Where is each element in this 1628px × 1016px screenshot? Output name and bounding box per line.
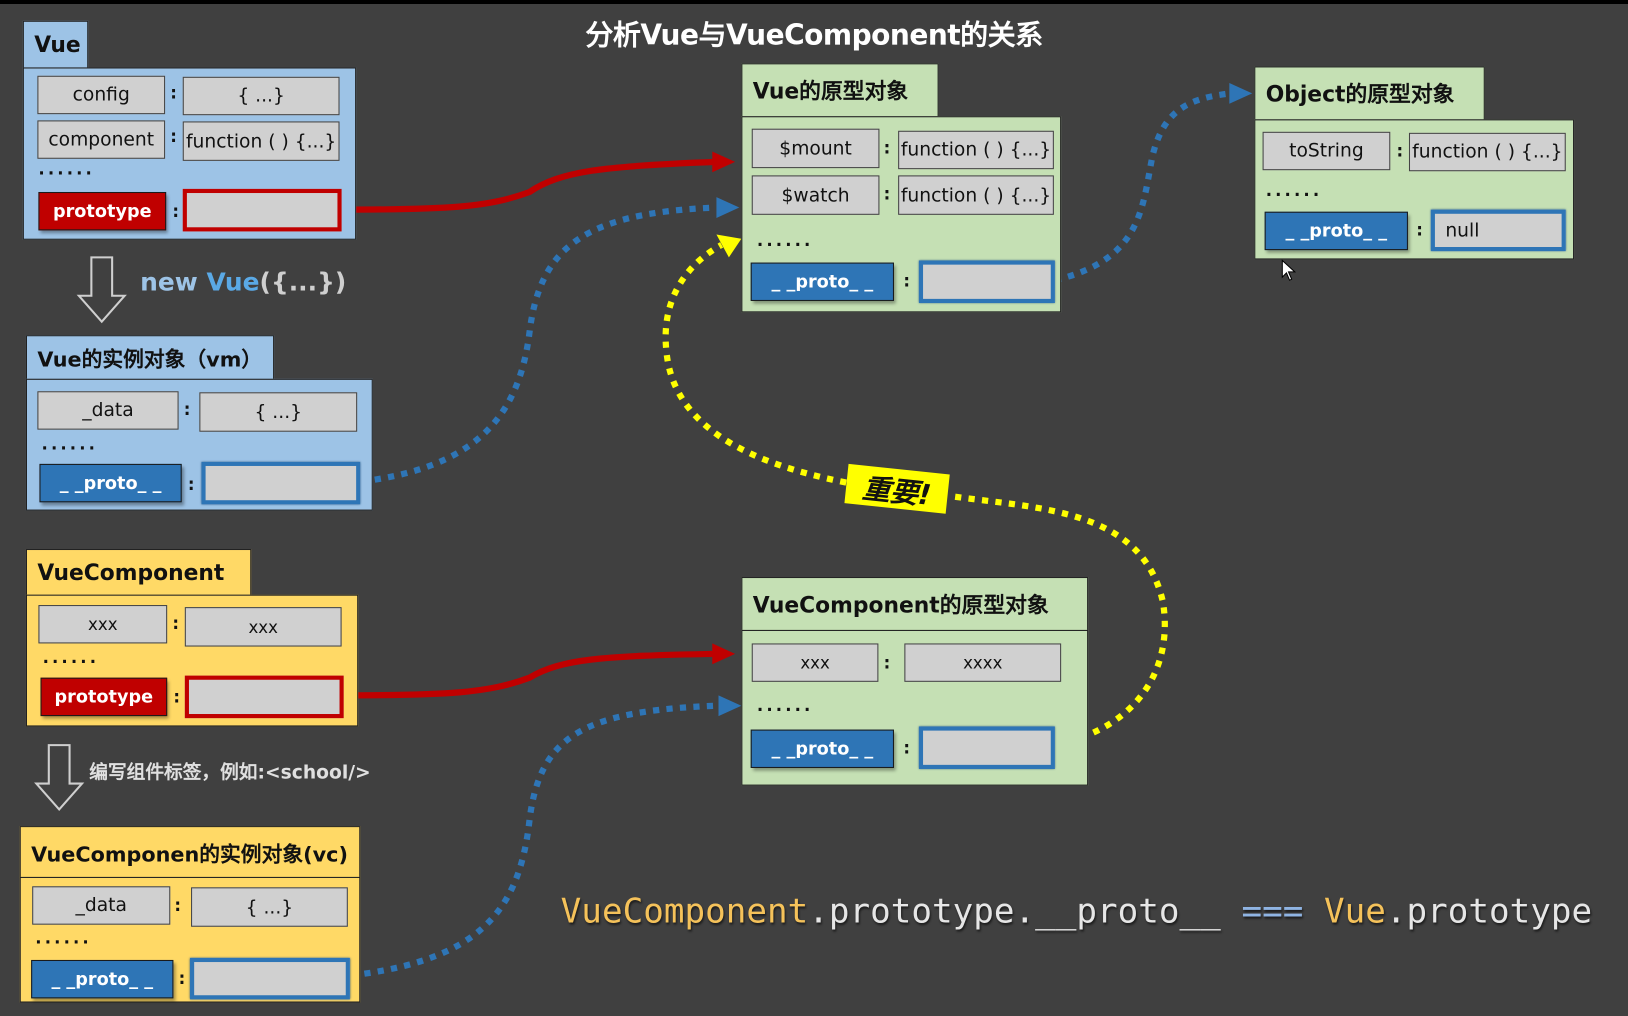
vue-prototype-key-watch: $watch <box>751 175 880 215</box>
colon: : <box>903 737 910 758</box>
object-prototype-box-header: Object的原型对象 <box>1254 66 1485 121</box>
object-prototype-proto-value: null <box>1430 209 1566 252</box>
vuecomponent-prototype-value <box>184 675 344 719</box>
vm-box: _data : { ...} ...... _ _proto_ _ : <box>25 378 373 511</box>
vc-key-data: _data <box>32 886 171 925</box>
vc-prototype-box-header: VueComponent的原型对象 <box>741 577 1089 631</box>
ellipsis: ...... <box>42 647 100 668</box>
vc-prototype-key-xxx: xxx <box>751 643 879 682</box>
vue-prototype-proto-link <box>1054 90 1231 284</box>
colon: : <box>883 138 891 158</box>
vue-box-header: Vue <box>22 20 89 69</box>
write-tag-label: 编写组件标签，例如:<school/> <box>89 761 371 784</box>
ellipsis: ...... <box>38 158 95 179</box>
vc-prototype-box: xxx : xxxx ...... _ _proto_ _ : <box>741 629 1089 786</box>
vc-prototype-proto-value <box>918 726 1055 770</box>
colon: : <box>187 474 195 494</box>
vc-proto-link <box>350 702 717 979</box>
vue-prototype-value-mount: function ( ) {...} <box>898 130 1054 170</box>
vue-prototype-proto-value <box>918 260 1055 304</box>
vue-prototype-proto-key: _ _proto_ _ <box>750 262 894 301</box>
colon: : <box>172 201 180 222</box>
formula-prototype-proto: .prototype.__proto__ <box>808 890 1242 931</box>
vue-args: ({...}) <box>259 267 347 297</box>
vc-box-header: VueComponen的实例对象(vc) <box>19 826 361 878</box>
vue-value-config: { ...} <box>182 76 340 116</box>
colon: : <box>1416 220 1423 240</box>
page-title: 分析Vue与VueComponent的关系 <box>585 19 1043 52</box>
vue-key-config: config <box>37 75 166 115</box>
formula-vue: Vue <box>1303 890 1386 931</box>
vc-value-data: { ...} <box>191 887 348 927</box>
colon: : <box>903 270 910 291</box>
vue-prototype-key-mount: $mount <box>751 128 880 169</box>
vue-prototype-link <box>340 158 717 213</box>
vm-proto-arrowhead <box>716 197 740 218</box>
vuecomponent-prototype-key: prototype <box>40 677 168 717</box>
colon: : <box>883 652 891 673</box>
vue-prototype-value-watch: function ( ) {...} <box>898 175 1054 215</box>
vue-prototype-key: prototype <box>38 191 167 231</box>
vuecomponent-box-header: VueComponent <box>25 548 252 596</box>
colon: : <box>1396 141 1404 161</box>
ellipsis: ...... <box>41 433 99 454</box>
object-prototype-proto-key: _ _proto_ _ <box>1264 211 1408 251</box>
mouse-cursor-icon <box>1281 259 1297 281</box>
vue-key-component: component <box>37 120 166 159</box>
object-prototype-value-tostring: function ( ) {...} <box>1408 132 1566 172</box>
vue-prototype-box-header: Vue的原型对象 <box>741 63 939 118</box>
vc-prototype-proto-key: _ _proto_ _ <box>750 729 894 768</box>
formula-vuecomponent: VueComponent <box>560 890 809 931</box>
colon: : <box>170 126 177 147</box>
vm-proto-value <box>201 461 361 505</box>
down-arrow-icon <box>76 256 127 324</box>
down-arrow-icon <box>34 744 85 812</box>
vc-box: _data : { ...} ...... _ _proto_ _ : <box>19 876 361 1003</box>
vue-prototype-arrowhead <box>712 151 736 173</box>
colon: : <box>173 687 181 707</box>
colon: : <box>172 613 180 634</box>
vm-value-data: { ...} <box>199 392 358 432</box>
vue-value-component: function ( ) {...} <box>182 121 340 161</box>
vue-prototype-proto-arrowhead <box>1229 83 1253 104</box>
new-keyword: new <box>140 267 207 297</box>
colon: : <box>170 83 177 103</box>
vm-proto-key: _ _proto_ _ <box>39 463 182 503</box>
object-prototype-box: toString : function ( ) {...} ...... _ _… <box>1254 119 1575 260</box>
vm-box-header: Vue的实例对象（vm） <box>25 335 275 380</box>
vue-prototype-value <box>182 188 342 232</box>
vc-proto-arrowhead <box>718 695 742 717</box>
colon: : <box>883 183 891 204</box>
ellipsis: ...... <box>35 927 92 948</box>
vc-proto-key: _ _proto_ _ <box>31 959 174 999</box>
ellipsis: ...... <box>756 695 814 716</box>
vue-prototype-box: $mount : function ( ) {...} $watch : fun… <box>741 116 1062 313</box>
diagram-canvas: 分析Vue与VueComponent的关系 Vue config : { ...… <box>0 0 1628 1016</box>
vm-key-data: _data <box>37 391 179 430</box>
colon: : <box>174 895 182 916</box>
vue-name: Vue <box>206 267 260 297</box>
ellipsis: ...... <box>1265 180 1323 201</box>
colon: : <box>183 399 191 420</box>
vue-box: config : { ...} component : function ( )… <box>22 67 357 240</box>
vuecomponent-prototype-arrowhead <box>712 643 736 665</box>
vuecomponent-value-xxx: xxx <box>184 607 342 647</box>
ellipsis: ...... <box>756 230 814 251</box>
formula: VueComponent.prototype.__proto__ === Vue… <box>561 890 1592 930</box>
vuecomponent-prototype-link <box>340 650 717 699</box>
formula-operator: === <box>1241 890 1304 931</box>
new-vue-label: new Vue({...}) <box>140 268 346 297</box>
vuecomponent-box: xxx : xxx ...... prototype : <box>25 594 359 727</box>
formula-prototype: .prototype <box>1385 890 1593 931</box>
vc-proto-value <box>190 957 350 1000</box>
object-prototype-key-tostring: toString <box>1262 131 1391 171</box>
vuecomponent-key-xxx: xxx <box>38 605 168 644</box>
colon: : <box>178 968 186 988</box>
vc-prototype-value-xxxx: xxxx <box>904 643 1062 682</box>
